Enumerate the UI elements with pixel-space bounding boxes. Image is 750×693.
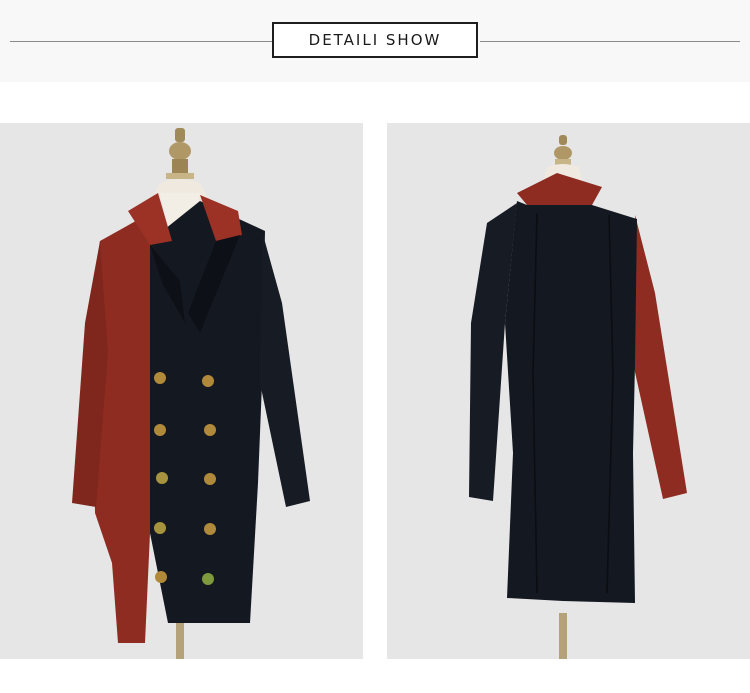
divider-left [10,41,272,42]
product-photo-back[interactable] [387,123,750,659]
mannequin-finial [166,128,194,179]
mannequin-finial-back [554,135,572,165]
coat-back-image [469,135,687,659]
section-title: DETAILI SHOW [308,31,442,49]
product-photo-front[interactable] [0,123,363,659]
divider-right [480,41,740,42]
section-title-box: DETAILI SHOW [272,22,478,58]
coat-front-image [72,128,310,659]
